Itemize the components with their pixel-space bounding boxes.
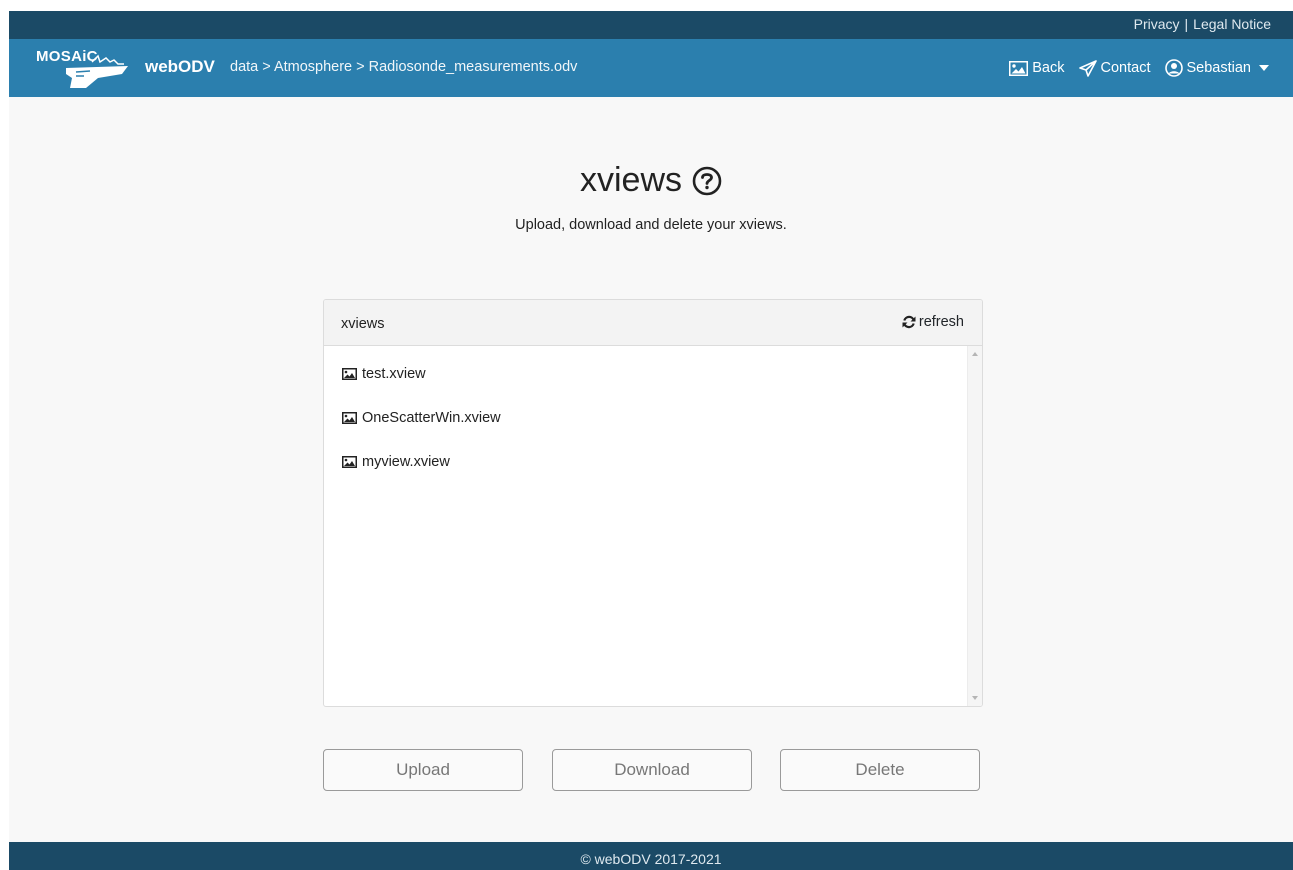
top-bar: Privacy | Legal Notice — [9, 11, 1293, 39]
contact-label: Contact — [1100, 60, 1151, 76]
file-list[interactable]: test.xview OneScatterWin.xview myview.xv… — [324, 346, 968, 706]
link-separator: | — [1184, 16, 1189, 32]
file-name: OneScatterWin.xview — [362, 410, 501, 426]
mosaic-logo[interactable]: MOSAiC — [36, 48, 131, 90]
scroll-up-icon[interactable] — [972, 352, 978, 356]
download-button[interactable]: Download — [552, 749, 752, 791]
image-file-icon — [342, 412, 357, 424]
nav-right: Back Contact Sebastian — [1009, 59, 1269, 77]
title-row: xviews — [9, 161, 1293, 200]
legal-notice-link[interactable]: Legal Notice — [1193, 16, 1271, 32]
image-icon — [1009, 60, 1029, 76]
contact-button[interactable]: Contact — [1078, 59, 1151, 77]
breadcrumb: data > Atmosphere > Radiosonde_measureme… — [230, 59, 578, 75]
privacy-link[interactable]: Privacy — [1134, 16, 1180, 32]
list-scrollbar[interactable] — [967, 346, 982, 706]
page-title-text: xviews — [579, 161, 683, 199]
list-item[interactable]: test.xview — [342, 366, 426, 382]
navbar: MOSAiC webODV data > Atmosphere > Radios… — [9, 39, 1293, 97]
panel-title: xviews — [341, 316, 385, 332]
list-item[interactable]: myview.xview — [342, 454, 450, 470]
panel-header: xviews refresh — [324, 300, 982, 346]
refresh-label: refresh — [918, 314, 964, 330]
refresh-button[interactable]: refresh — [902, 314, 964, 330]
page-title: xviews — [580, 161, 722, 200]
image-file-icon — [342, 368, 357, 380]
page-subtitle: Upload, download and delete your xviews. — [515, 217, 787, 233]
file-name: test.xview — [362, 366, 426, 382]
user-menu[interactable]: Sebastian — [1164, 59, 1269, 77]
scroll-down-icon[interactable] — [972, 696, 978, 700]
file-name: myview.xview — [362, 454, 450, 470]
footer: © webODV 2017-2021 — [9, 842, 1293, 870]
caret-down-icon — [1259, 65, 1269, 71]
user-name: Sebastian — [1186, 60, 1252, 76]
brand-name[interactable]: webODV — [145, 57, 215, 77]
top-links: Privacy | Legal Notice — [1134, 16, 1271, 32]
refresh-icon — [902, 315, 916, 329]
back-button[interactable]: Back — [1009, 60, 1065, 76]
help-icon[interactable] — [692, 166, 722, 196]
app-frame: Privacy | Legal Notice MOSAiC webODV data … — [9, 11, 1293, 870]
upload-button[interactable]: Upload — [323, 749, 523, 791]
copyright-text: © webODV 2017-2021 — [580, 851, 722, 867]
image-file-icon — [342, 456, 357, 468]
back-label: Back — [1032, 60, 1065, 76]
user-circle-icon — [1164, 59, 1183, 77]
delete-button[interactable]: Delete — [780, 749, 980, 791]
list-item[interactable]: OneScatterWin.xview — [342, 410, 501, 426]
xviews-panel: xviews refresh test.xview OneScatterWin.… — [323, 299, 983, 707]
ship-icon — [66, 54, 128, 88]
paper-plane-icon — [1078, 59, 1097, 77]
